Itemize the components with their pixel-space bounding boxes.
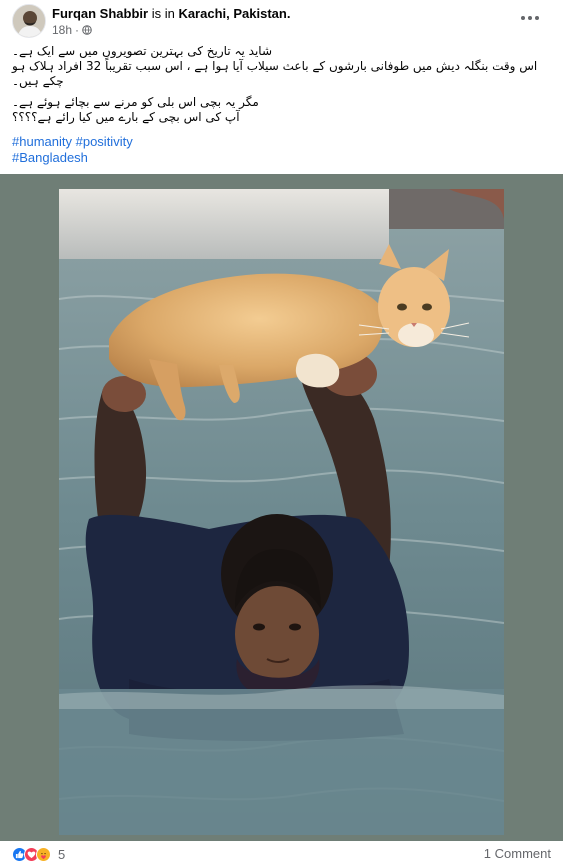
post-text-line: اس وقت بنگلہ دیش میں طوفانی بارشوں کے با… — [12, 59, 538, 88]
post-header: Furqan Shabbir is in Karachi, Pakistan. … — [12, 4, 552, 40]
care-icon — [36, 846, 51, 861]
hashtag-link[interactable]: #humanity — [12, 134, 72, 149]
post-text-line: مگر یہ بچی اس بلی کو مرنے سے بچائے ہوئے … — [12, 95, 259, 109]
location-link[interactable]: Karachi, Pakistan. — [178, 6, 290, 21]
reaction-count[interactable]: 5 — [58, 847, 65, 861]
meta-separator: · — [75, 23, 80, 37]
post-text-line: آپ کی اس بچی کے بارے میں کیا رائے ہے؟؟؟؟ — [12, 110, 240, 124]
post-text: شاید یہ تاریخ کی بہترین تصویروں میں سے ا… — [12, 44, 552, 131]
hashtag-link[interactable]: #positivity — [76, 134, 133, 149]
author-name[interactable]: Furqan Shabbir — [52, 6, 148, 21]
reaction-icons — [12, 846, 51, 861]
post-photo[interactable] — [59, 189, 504, 835]
author-line: Furqan Shabbir is in Karachi, Pakistan. — [52, 6, 290, 22]
post-photo-illustration — [59, 189, 504, 835]
hashtags: #humanity #positivity #Bangladesh — [12, 134, 312, 166]
reaction-summary[interactable]: 5 — [12, 846, 65, 861]
globe-icon — [82, 25, 92, 35]
more-options-icon[interactable] — [518, 8, 542, 28]
location-prefix: is in — [151, 6, 175, 21]
hashtag-link[interactable]: #Bangladesh — [12, 150, 88, 165]
post-timestamp[interactable]: 18h — [52, 22, 72, 38]
post-meta: 18h · — [52, 22, 92, 38]
photo-frame[interactable] — [0, 174, 563, 841]
author-avatar[interactable] — [12, 4, 46, 38]
comments-count-link[interactable]: 1 Comment — [484, 846, 551, 861]
post-text-line: شاید یہ تاریخ کی بہترین تصویروں میں سے ا… — [12, 44, 273, 58]
